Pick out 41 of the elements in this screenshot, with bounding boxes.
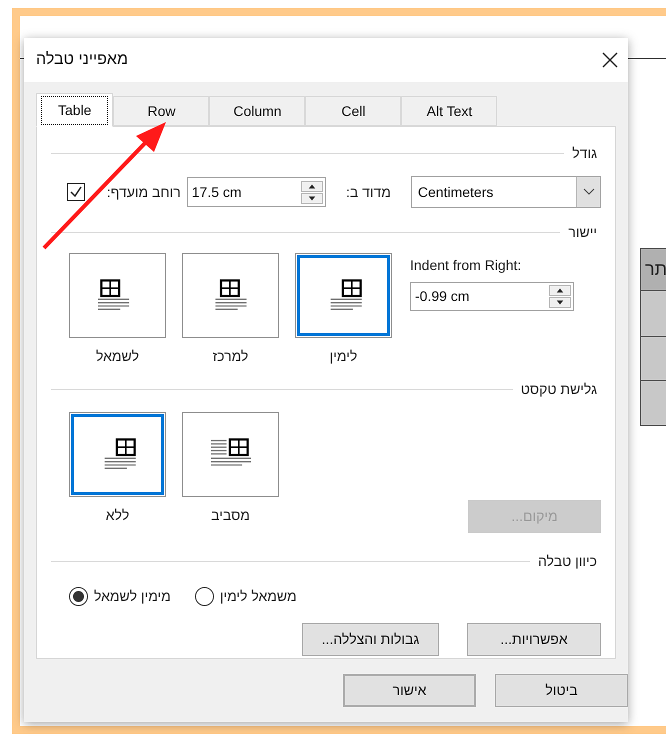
dialog-button[interactable]: אישור [343,674,476,707]
option-label: ללא [106,506,130,525]
layout-option-button[interactable] [69,253,166,338]
dialog-button[interactable]: גבולות והצללה... [302,623,439,656]
table-cell-text: תר [645,258,666,281]
option-label: לשמאל [96,347,140,366]
option-label: לימין [330,347,358,366]
layout-option-button[interactable] [182,253,279,338]
section-heading: כיוון טבלה [538,552,597,571]
section-heading: גלישת טקסט [520,380,597,399]
close-icon[interactable] [602,52,618,68]
layout-option-button[interactable] [69,412,166,497]
radio-button[interactable] [69,587,88,606]
tab[interactable]: Column [209,96,306,126]
spinner-icon[interactable] [300,180,323,204]
section-heading: יישור [568,223,597,242]
field-label: מדוד ב: [346,182,391,202]
unit-dropdown[interactable]: Centimeters [410,176,601,208]
tab[interactable]: Alt Text [401,96,498,126]
tab[interactable]: Row [113,96,210,126]
chevron-down-icon [582,188,594,196]
layout-option-button[interactable] [295,253,392,338]
tab[interactable]: Cell [305,96,402,126]
width-field[interactable]: 17.5 cm [186,177,326,207]
indent-field[interactable]: -0.99 cm [410,282,574,311]
layout-option-button[interactable] [182,412,279,497]
spinner-icon[interactable] [549,285,571,308]
checkbox[interactable] [67,183,85,201]
checkbox-label: רוחב מועדף: [106,182,181,202]
tab[interactable]: Table [36,93,114,127]
field-label: Indent from Right: [410,256,522,275]
radio-button[interactable] [194,587,214,606]
check-icon [68,185,83,199]
dialog-button[interactable]: ביטול [495,674,628,707]
option-label: למרכז [212,347,248,366]
radio-label: מימין לשמאל [94,587,171,606]
section-heading: גודל [572,144,597,163]
radio-label: משמאל לימין [220,587,297,606]
option-label: מסביב [211,506,250,525]
dialog-button[interactable]: אפשרויות... [467,623,601,656]
window-title: מאפייני טבלה [36,50,128,70]
